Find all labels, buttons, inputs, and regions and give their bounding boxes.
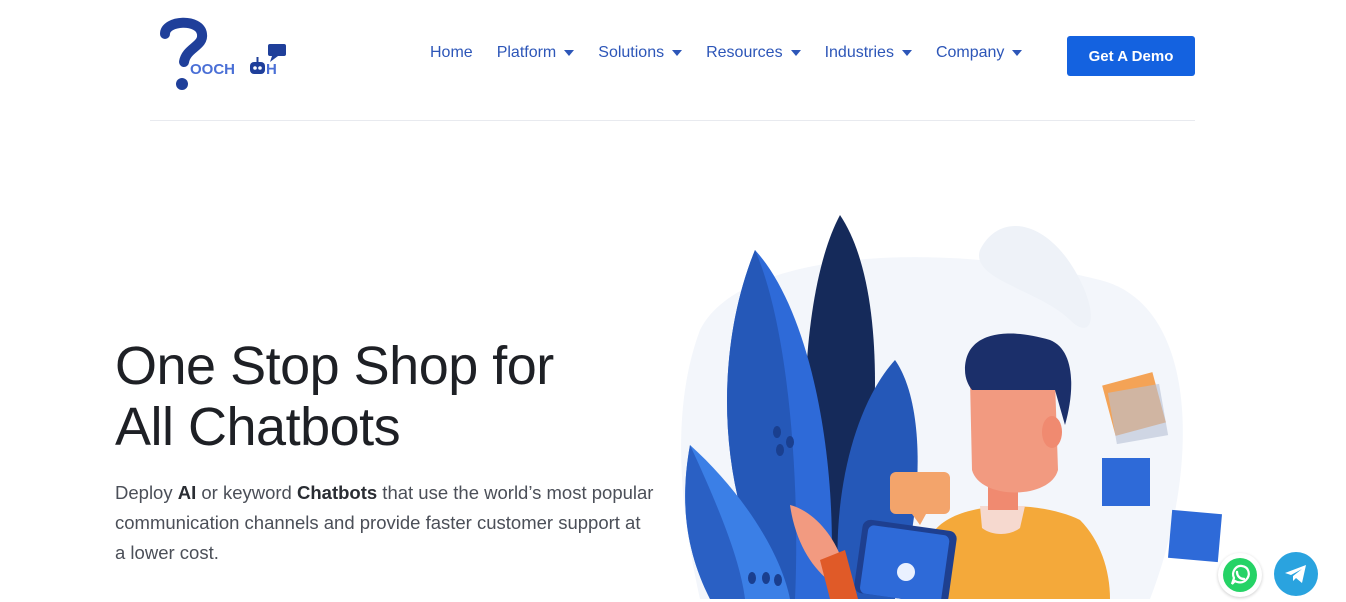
- nav-label: Home: [430, 44, 473, 61]
- hero-title: One Stop Shop for All Chatbots: [115, 336, 635, 458]
- hero-description: Deploy AI or keyword Chatbots that use t…: [115, 478, 655, 568]
- site-header: OOCH H Home Platform Solutions Resources…: [0, 0, 1346, 121]
- desc-bold-ai: AI: [177, 482, 197, 503]
- telegram-button[interactable]: [1274, 552, 1318, 596]
- nav-company[interactable]: Company: [935, 44, 1023, 62]
- desc-bold-chatbots: Chatbots: [297, 482, 378, 503]
- nav-solutions[interactable]: Solutions: [598, 44, 683, 62]
- caret-down-icon: [790, 50, 801, 56]
- nav-platform[interactable]: Platform: [497, 44, 575, 62]
- caret-down-icon: [564, 50, 575, 56]
- logo-text: OOCH: [190, 61, 235, 78]
- hero-title-line-2: All Chatbots: [115, 397, 401, 457]
- caret-down-icon: [1012, 50, 1023, 56]
- header-divider: [150, 120, 1195, 121]
- caret-down-icon: [901, 50, 912, 56]
- nav-label: Solutions: [598, 44, 665, 61]
- caret-down-icon: [672, 50, 683, 56]
- desc-text: or keyword: [196, 482, 297, 503]
- nav-resources[interactable]: Resources: [706, 44, 801, 62]
- nav-industries[interactable]: Industries: [825, 44, 912, 62]
- telegram-icon: [1285, 565, 1306, 583]
- main-nav: Home Platform Solutions Resources Indust…: [430, 44, 1046, 62]
- desc-text: Deploy: [115, 482, 178, 503]
- nav-home[interactable]: Home: [430, 44, 473, 62]
- nav-label: Company: [935, 44, 1005, 61]
- whatsapp-button[interactable]: [1218, 553, 1262, 597]
- nav-label: Industries: [824, 44, 894, 61]
- poochooh-logo[interactable]: OOCH H: [160, 16, 290, 92]
- hero-illustration: [681, 215, 1222, 599]
- nav-label: Platform: [496, 44, 557, 61]
- svg-text:H: H: [266, 61, 277, 78]
- get-demo-button[interactable]: Get A Demo: [1067, 36, 1195, 76]
- whatsapp-icon: [1223, 558, 1257, 592]
- nav-label: Resources: [706, 44, 783, 61]
- hero-title-line-1: One Stop Shop for: [115, 336, 554, 396]
